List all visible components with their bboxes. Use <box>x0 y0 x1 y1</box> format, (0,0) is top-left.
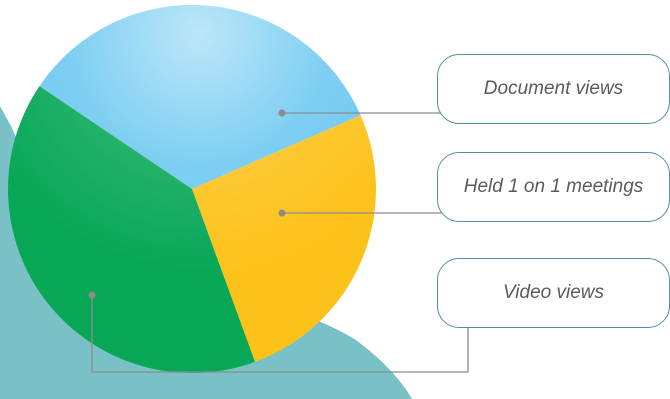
chart-stage: Document views Held 1 on 1 meetings Vide… <box>0 0 670 399</box>
callout-label-document-views: Document views <box>483 78 624 99</box>
callout-label-held-meetings: Held 1 on 1 meetings <box>463 176 644 197</box>
leader-dot-2-start <box>278 209 286 217</box>
callout-video-views: Video views <box>437 258 670 328</box>
callout-document-views: Document views <box>437 54 670 124</box>
leader-dot-3-start <box>88 291 96 299</box>
callout-held-meetings: Held 1 on 1 meetings <box>437 152 670 222</box>
leader-dot-1-start <box>278 109 286 117</box>
callout-label-video-views: Video views <box>502 282 605 303</box>
pie-gloss-highlight <box>8 5 376 373</box>
